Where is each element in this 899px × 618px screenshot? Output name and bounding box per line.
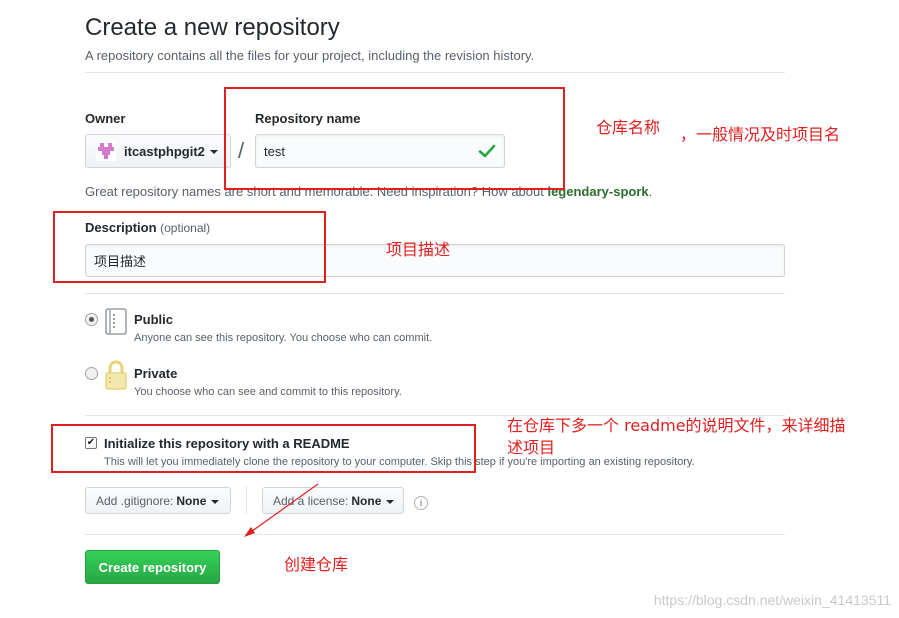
hint-end: . xyxy=(648,184,653,199)
annotation-readme-line2: 述项目 xyxy=(507,438,556,457)
license-value: None xyxy=(351,493,382,508)
annotation-repo-name-a: 仓库名称 xyxy=(596,118,661,137)
public-title: Public xyxy=(134,312,174,327)
gitignore-dropdown[interactable]: Add .gitignore: None xyxy=(85,487,231,514)
annotation-box-repo-name xyxy=(224,87,565,190)
divider xyxy=(85,534,785,535)
page-subtitle: A repository contains all the files for … xyxy=(85,48,535,63)
private-title: Private xyxy=(134,366,178,381)
annotation-repo-name-b: ，一般情况及时项目名 xyxy=(680,125,841,144)
annotation-readme-line1: 在仓库下多一个 readme的说明文件，来详细描 xyxy=(507,416,846,435)
annotation-create: 创建仓库 xyxy=(284,555,349,574)
license-dropdown[interactable]: Add a license: None xyxy=(262,487,404,514)
chevron-down-icon xyxy=(209,150,218,154)
private-radio[interactable] xyxy=(85,367,98,380)
chevron-down-icon xyxy=(211,499,220,504)
license-prefix: Add a license: xyxy=(273,493,349,508)
watermark: https://blog.csdn.net/weixin_41413511 xyxy=(653,592,891,608)
info-icon[interactable]: i xyxy=(414,496,428,510)
repo-book-icon xyxy=(105,308,127,335)
public-note: Anyone can see this repository. You choo… xyxy=(134,332,433,344)
lock-icon xyxy=(105,360,127,390)
private-note: You choose who can see and commit to thi… xyxy=(134,386,402,398)
divider xyxy=(85,72,785,73)
chevron-down-icon xyxy=(386,499,395,504)
owner-label: Owner xyxy=(85,111,126,126)
owner-dropdown[interactable]: itcastphpgit2 xyxy=(85,134,231,168)
public-radio[interactable] xyxy=(85,313,98,326)
divider xyxy=(246,486,247,514)
owner-name: itcastphpgit2 xyxy=(124,143,205,159)
avatar-icon xyxy=(96,141,116,161)
divider xyxy=(85,293,785,294)
gitignore-prefix: Add .gitignore: xyxy=(96,493,174,508)
annotation-box-description xyxy=(53,211,326,283)
annotation-description: 项目描述 xyxy=(386,240,451,259)
page-title: Create a new repository xyxy=(85,14,340,41)
annotation-box-readme xyxy=(51,424,476,473)
create-repository-button[interactable]: Create repository xyxy=(85,550,220,584)
gitignore-value: None xyxy=(176,493,207,508)
